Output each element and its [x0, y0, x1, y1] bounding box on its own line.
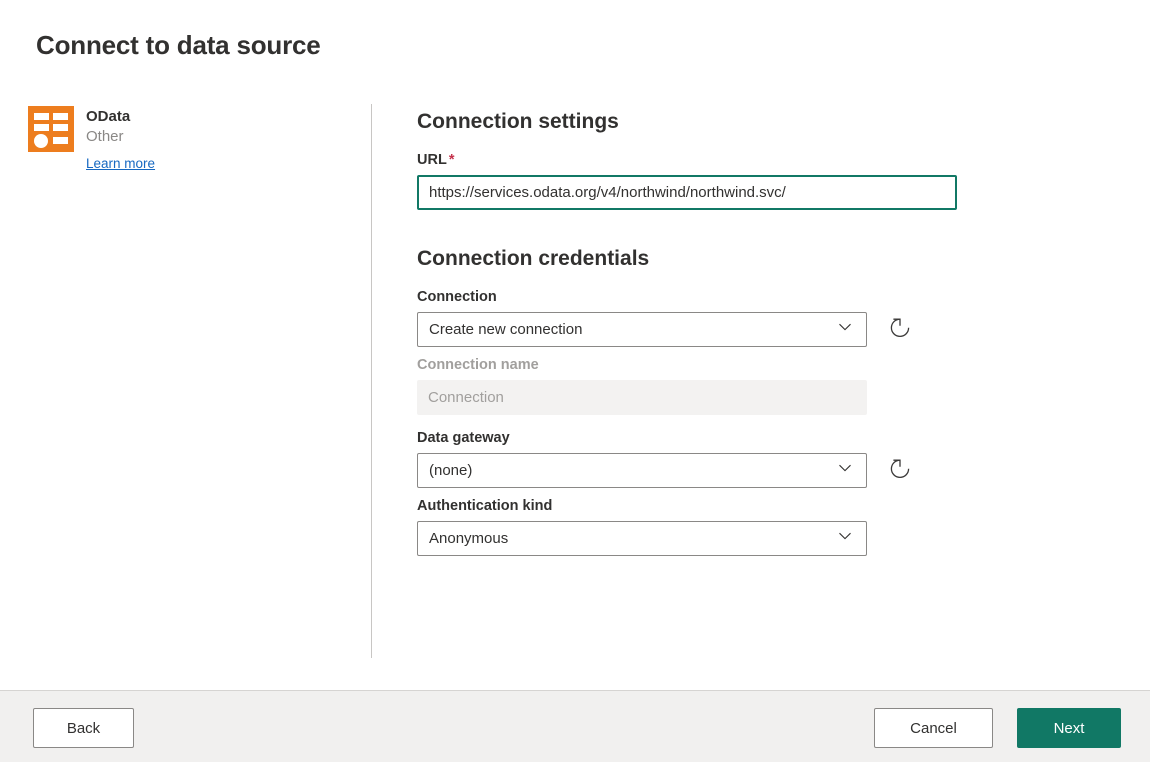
- data-gateway-label: Data gateway: [417, 429, 977, 448]
- connection-credentials-heading: Connection credentials: [417, 245, 977, 272]
- authentication-kind-dropdown[interactable]: Anonymous: [417, 521, 867, 556]
- cancel-button[interactable]: Cancel: [874, 708, 993, 748]
- connection-name-label: Connection name: [417, 356, 977, 375]
- connection-name-input: [417, 380, 867, 415]
- dialog-footer: Back Cancel Next: [0, 690, 1150, 762]
- data-source-summary: OData Other: [28, 106, 348, 152]
- authentication-kind-dropdown-value: Anonymous: [429, 530, 837, 547]
- next-button[interactable]: Next: [1017, 708, 1121, 748]
- authentication-kind-row: Anonymous: [417, 521, 977, 556]
- data-source-text: OData Other: [86, 106, 130, 147]
- connection-dropdown[interactable]: Create new connection: [417, 312, 867, 347]
- chevron-down-icon: [837, 528, 853, 549]
- data-source-panel: OData Other Learn more: [28, 106, 348, 173]
- chevron-down-icon: [837, 319, 853, 340]
- refresh-icon: [887, 456, 913, 485]
- url-input[interactable]: [417, 175, 957, 210]
- odata-source-icon: [28, 106, 74, 152]
- data-source-name: OData: [86, 107, 130, 126]
- back-button[interactable]: Back: [33, 708, 134, 748]
- connection-label: Connection: [417, 288, 977, 307]
- url-label: URL*: [417, 151, 977, 170]
- refresh-icon: [887, 315, 913, 344]
- connection-row: Create new connection: [417, 312, 977, 347]
- refresh-gateways-button[interactable]: [884, 455, 916, 487]
- learn-more-link[interactable]: Learn more: [86, 156, 155, 171]
- refresh-connections-button[interactable]: [884, 314, 916, 346]
- authentication-kind-label: Authentication kind: [417, 497, 977, 516]
- url-required-asterisk: *: [449, 152, 455, 168]
- data-source-category: Other: [86, 126, 130, 147]
- connection-settings-heading: Connection settings: [417, 108, 977, 135]
- data-gateway-dropdown-value: (none): [429, 462, 837, 479]
- connection-form: Connection settings URL* Connection cred…: [417, 108, 977, 556]
- data-gateway-row: (none): [417, 453, 977, 488]
- chevron-down-icon: [837, 460, 853, 481]
- connection-dropdown-value: Create new connection: [429, 321, 837, 338]
- page-title: Connect to data source: [36, 30, 321, 61]
- url-label-text: URL: [417, 152, 447, 168]
- data-gateway-dropdown[interactable]: (none): [417, 453, 867, 488]
- learn-more-row: Learn more: [86, 155, 348, 173]
- panel-divider: [371, 104, 372, 658]
